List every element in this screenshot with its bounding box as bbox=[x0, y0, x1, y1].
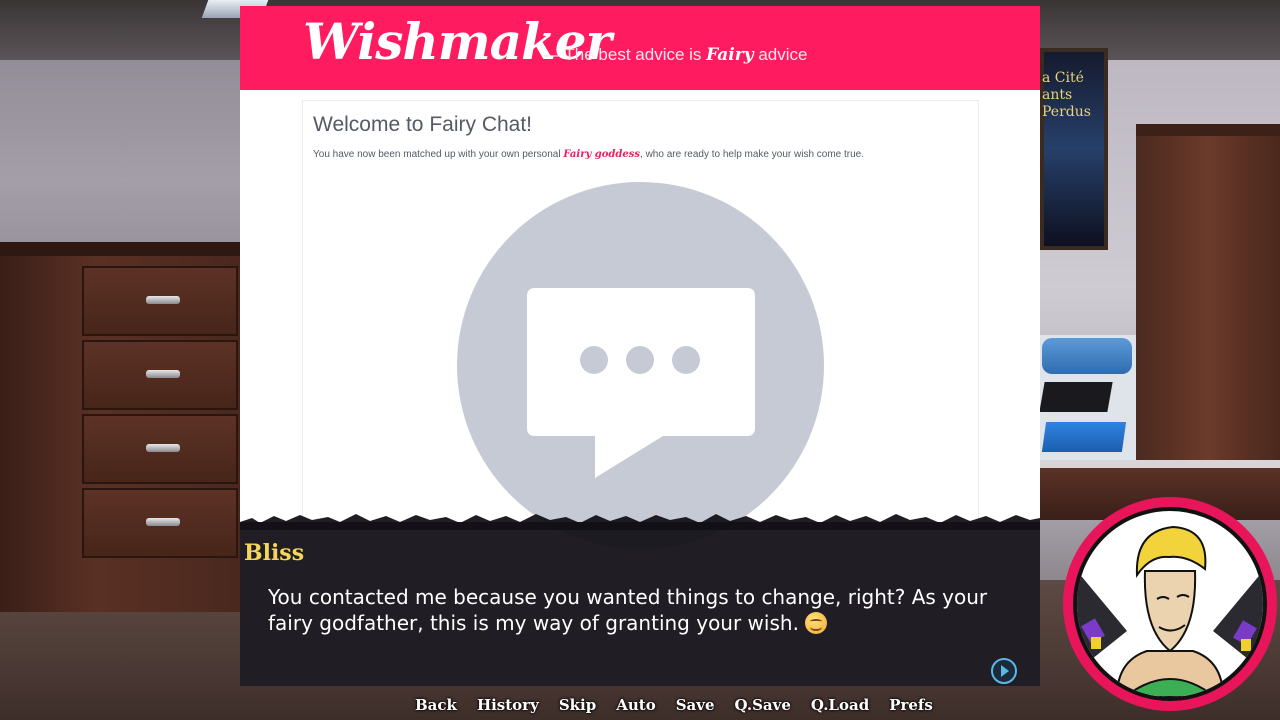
drawer-handle bbox=[146, 370, 180, 378]
dialogue-text: You contacted me because you wanted thin… bbox=[268, 584, 1008, 636]
card-title: Welcome to Fairy Chat! bbox=[313, 113, 533, 136]
card-description: You have now been matched up with your o… bbox=[313, 149, 864, 160]
card-text-accent: Fairy goddess bbox=[563, 149, 641, 160]
chat-bubble-icon bbox=[527, 288, 755, 478]
tagline-suffix: advice bbox=[753, 45, 808, 64]
poster-text: a Cité ants Perdus bbox=[1042, 70, 1091, 120]
quick-menu: Back History Skip Auto Save Q.Save Q.Loa… bbox=[405, 696, 943, 720]
arrow-right-icon bbox=[1001, 665, 1009, 677]
tagline-prefix: — The best advice is bbox=[543, 45, 707, 64]
speaker-name: Bliss bbox=[244, 540, 305, 566]
site-header: Wishmaker — The best advice is Fairy adv… bbox=[240, 6, 1040, 90]
card-text-prefix: You have now been matched up with your o… bbox=[313, 149, 564, 160]
site-tagline: — The best advice is Fairy advice bbox=[543, 45, 807, 65]
pillow bbox=[1042, 338, 1132, 374]
quick-menu-save-button[interactable]: Save bbox=[666, 696, 725, 720]
dresser-drawer bbox=[82, 414, 238, 484]
dialogue-line: You contacted me because you wanted thin… bbox=[268, 585, 988, 635]
character-portrait bbox=[1063, 497, 1277, 711]
quick-menu-qsave-button[interactable]: Q.Save bbox=[725, 696, 801, 720]
card-text-suffix: , who are ready to help make your wish c… bbox=[640, 149, 865, 160]
keyboard bbox=[1039, 382, 1113, 412]
dresser-drawer bbox=[82, 488, 238, 558]
drawer-handle bbox=[146, 444, 180, 452]
bliss-portrait-icon bbox=[1077, 525, 1263, 697]
wardrobe bbox=[1136, 124, 1280, 484]
dresser bbox=[0, 242, 240, 612]
quick-menu-history-button[interactable]: History bbox=[467, 696, 549, 720]
quick-menu-auto-button[interactable]: Auto bbox=[606, 696, 665, 720]
click-to-continue-icon[interactable] bbox=[991, 658, 1017, 684]
portrait-frame bbox=[1073, 507, 1267, 701]
quick-menu-skip-button[interactable]: Skip bbox=[549, 696, 606, 720]
chat-placeholder-avatar bbox=[457, 182, 824, 549]
quick-menu-prefs-button[interactable]: Prefs bbox=[879, 696, 943, 720]
smile-emoji-icon bbox=[805, 612, 828, 634]
quick-menu-back-button[interactable]: Back bbox=[405, 696, 467, 720]
dresser-drawer bbox=[82, 266, 238, 336]
tagline-accent: Fairy bbox=[706, 45, 754, 65]
drawer-handle bbox=[146, 296, 180, 304]
blue-cushion bbox=[1041, 422, 1127, 452]
quick-menu-qload-button[interactable]: Q.Load bbox=[801, 696, 879, 720]
drawer-handle bbox=[146, 518, 180, 526]
dresser-drawer bbox=[82, 340, 238, 410]
